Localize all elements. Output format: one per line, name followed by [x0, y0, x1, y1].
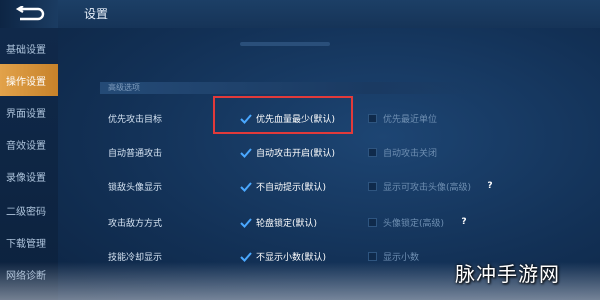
row-label-auto-attack: 自动普通攻击: [108, 149, 163, 159]
row-label-attack-target: 优先攻击目标: [108, 115, 163, 125]
option-show-decimals[interactable]: 显示小数: [368, 250, 419, 263]
option-no-decimals[interactable]: 不显示小数(默认): [240, 250, 326, 263]
option-no-auto-hint[interactable]: 不自动提示(默认): [240, 180, 326, 193]
sidebar-item-password[interactable]: 二级密码: [0, 194, 58, 226]
option-auto-attack-on[interactable]: 自动攻击开启(默认): [240, 146, 335, 159]
row-label-attack-mode: 攻击敌方方式: [108, 219, 163, 229]
checkbox[interactable]: [368, 148, 377, 157]
checkbox[interactable]: [368, 182, 377, 191]
scroll-indicator[interactable]: [240, 42, 330, 46]
help-icon[interactable]: ?: [458, 216, 470, 228]
sidebar-item-interface[interactable]: 界面设置: [0, 96, 58, 128]
checkmark-icon: [240, 217, 252, 228]
option-auto-attack-off[interactable]: 自动攻击关闭: [368, 146, 437, 159]
option-label: 自动攻击关闭: [383, 149, 438, 159]
back-button[interactable]: [0, 0, 58, 28]
option-nearest-unit[interactable]: 优先最近单位: [368, 112, 437, 125]
row-label-cooldown-display: 技能冷却显示: [108, 253, 163, 263]
sidebar-item-downloads[interactable]: 下载管理: [0, 226, 58, 258]
checkmark-icon: [240, 251, 252, 262]
sidebar-item-controls[interactable]: 操作设置: [0, 64, 58, 96]
row-label-lock-portrait: 锁敌头像显示: [108, 183, 163, 193]
checkmark-icon: [240, 181, 252, 192]
option-label: 优先最近单位: [383, 115, 438, 125]
option-label: 显示可攻击头像(高级): [383, 183, 472, 193]
watermark: 脉冲手游网: [455, 262, 560, 286]
help-icon[interactable]: ?: [484, 180, 496, 192]
option-label: 自动攻击开启(默认): [256, 149, 336, 159]
option-label: 轮盘锁定(默认): [256, 219, 318, 229]
checkbox[interactable]: [368, 252, 377, 261]
sidebar-item-network[interactable]: 网络诊断: [0, 258, 58, 290]
top-bar: 设置: [0, 0, 600, 29]
checkmark-icon: [240, 147, 252, 158]
sidebar-item-sound[interactable]: 音效设置: [0, 128, 58, 160]
option-label: 不显示小数(默认): [256, 253, 327, 263]
option-label: 头像锁定(高级): [383, 219, 445, 229]
highlight-box: [213, 96, 353, 134]
option-show-attackable-portrait[interactable]: 显示可攻击头像(高级): [368, 180, 471, 193]
back-arrow-icon: [15, 6, 45, 21]
section-header: 高级选项: [100, 82, 488, 94]
option-portrait-lock[interactable]: 头像锁定(高级): [368, 216, 444, 229]
page-title: 设置: [84, 7, 109, 21]
sidebar: 基础设置 操作设置 界面设置 音效设置 录像设置 二级密码 下载管理 网络诊断: [0, 28, 59, 300]
option-label: 显示小数: [383, 253, 420, 263]
sidebar-item-basic[interactable]: 基础设置: [0, 32, 58, 64]
checkbox[interactable]: [368, 114, 377, 123]
option-wheel-lock[interactable]: 轮盘锁定(默认): [240, 216, 317, 229]
sidebar-item-replay[interactable]: 录像设置: [0, 160, 58, 192]
option-label: 不自动提示(默认): [256, 183, 327, 193]
checkbox[interactable]: [368, 218, 377, 227]
